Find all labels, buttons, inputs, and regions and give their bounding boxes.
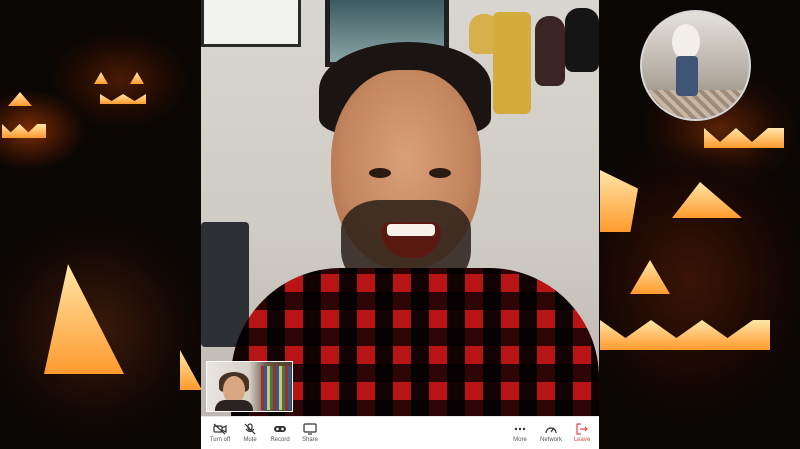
person-eye-left <box>369 168 391 178</box>
share-button[interactable]: Share <box>295 423 325 443</box>
bag-yellow <box>493 12 531 114</box>
bookshelf <box>261 366 291 410</box>
circular-participant-video[interactable] <box>640 10 751 121</box>
main-participant-video <box>201 0 599 416</box>
share-label: Share <box>301 437 318 443</box>
screen-share-icon <box>303 423 317 435</box>
person-legs <box>676 56 698 96</box>
network-button[interactable]: Network <box>535 423 567 443</box>
mute-label: Mute <box>243 437 257 443</box>
toolbar-left-group: Turn off Mute Record Share <box>201 423 325 443</box>
toolbar-right-group: More Network Leave <box>501 423 599 443</box>
network-gauge-icon <box>544 423 558 435</box>
self-view-thumbnail[interactable] <box>206 361 293 412</box>
record-icon <box>273 423 287 435</box>
mic-off-icon <box>243 423 257 435</box>
hat-maroon <box>535 16 565 86</box>
call-toolbar: Turn off Mute Record Share More Network … <box>201 416 599 449</box>
leave-icon <box>575 423 589 435</box>
leave-button[interactable]: Leave <box>567 423 597 443</box>
record-button[interactable]: Record <box>265 423 295 443</box>
more-button[interactable]: More <box>505 423 535 443</box>
record-label: Record <box>270 437 290 443</box>
person-eye-right <box>429 168 451 178</box>
leave-label: Leave <box>573 437 591 443</box>
turn-off-video-button[interactable]: Turn off <box>205 423 235 443</box>
hat-black <box>565 8 599 72</box>
mute-button[interactable]: Mute <box>235 423 265 443</box>
more-dots-icon <box>513 423 527 435</box>
person-teeth <box>387 224 435 236</box>
turn-off-label: Turn off <box>209 437 231 443</box>
self-body <box>215 400 253 411</box>
more-label: More <box>513 437 527 443</box>
dog <box>672 24 700 60</box>
video-off-icon <box>213 423 227 435</box>
network-label: Network <box>539 437 562 443</box>
wall-poster <box>201 0 301 47</box>
